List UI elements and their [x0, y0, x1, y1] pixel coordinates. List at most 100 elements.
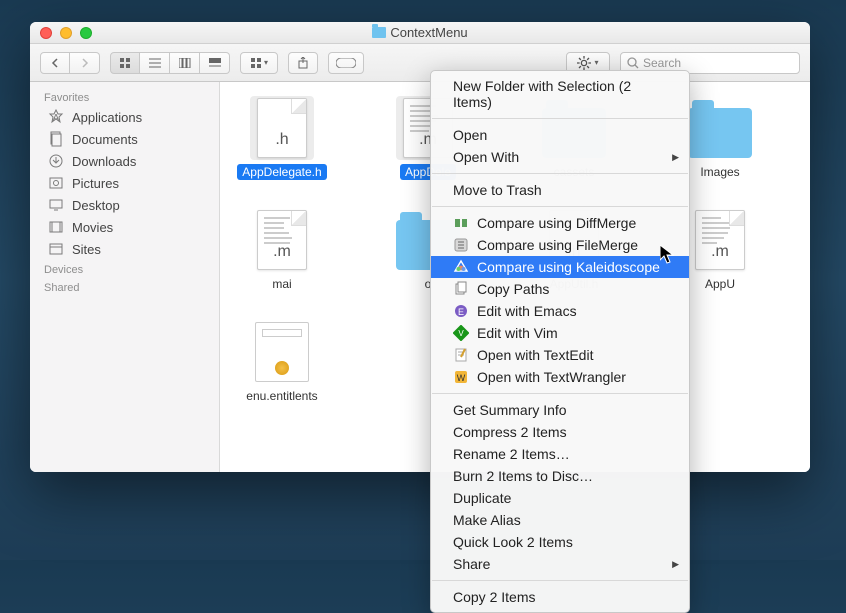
file-item[interactable]: .h AppDelegate.h	[232, 96, 332, 180]
sidebar-item-label: Sites	[72, 242, 101, 257]
folder-icon	[688, 96, 752, 160]
source-icon: .m	[688, 208, 752, 272]
icon-view-button[interactable]	[110, 52, 140, 74]
movies-icon	[48, 219, 64, 235]
sidebar-item-movies[interactable]: Movies	[30, 216, 219, 238]
sidebar-item-label: Applications	[72, 110, 142, 125]
menu-item-label: Open With	[453, 149, 519, 165]
column-view-button[interactable]	[170, 52, 200, 74]
menu-item[interactable]: Open With	[431, 146, 689, 168]
sidebar-section-title: Devices	[30, 260, 219, 278]
menu-separator	[432, 173, 688, 174]
menu-item[interactable]: Open with TextEdit	[431, 344, 689, 366]
header-icon: .h	[250, 96, 314, 160]
forward-button[interactable]	[70, 52, 100, 74]
menu-item[interactable]: Get Summary Info	[431, 399, 689, 421]
view-buttons	[110, 52, 230, 74]
sidebar-item-pictures[interactable]: Pictures	[30, 172, 219, 194]
menu-item[interactable]: Quick Look 2 Items	[431, 531, 689, 553]
sidebar-item-documents[interactable]: Documents	[30, 128, 219, 150]
menu-item[interactable]: Compare using DiffMerge	[431, 212, 689, 234]
folder-icon	[372, 27, 386, 38]
menu-item-label: Compare using Kaleidoscope	[477, 259, 660, 275]
svg-text:V: V	[458, 329, 464, 338]
cert-icon	[250, 320, 314, 384]
menu-item[interactable]: Open	[431, 124, 689, 146]
menu-item[interactable]: Burn 2 Items to Disc…	[431, 465, 689, 487]
close-button[interactable]	[40, 27, 52, 39]
menu-item-label: Quick Look 2 Items	[453, 534, 573, 550]
kaleidoscope-icon	[453, 259, 469, 275]
emacs-icon: E	[453, 303, 469, 319]
window-body: FavoritesAApplicationsDocumentsDownloads…	[30, 82, 810, 472]
menu-item-label: Share	[453, 556, 490, 572]
menu-item[interactable]: Compress 2 Items	[431, 421, 689, 443]
svg-text:E: E	[458, 307, 464, 317]
menu-item-label: Open with TextWrangler	[477, 369, 626, 385]
window-title: ContextMenu	[30, 25, 810, 40]
menu-item[interactable]: E Edit with Emacs	[431, 300, 689, 322]
arrange-button[interactable]: ▾	[240, 52, 278, 74]
textedit-icon	[453, 347, 469, 363]
menu-item-label: Burn 2 Items to Disc…	[453, 468, 593, 484]
menu-item[interactable]: Compare using Kaleidoscope	[431, 256, 689, 278]
sidebar-item-sites[interactable]: Sites	[30, 238, 219, 260]
menu-item[interactable]: Make Alias	[431, 509, 689, 531]
sidebar: FavoritesAApplicationsDocumentsDownloads…	[30, 82, 220, 472]
menu-item[interactable]: Share	[431, 553, 689, 575]
tags-button[interactable]	[328, 52, 364, 74]
sidebar-item-label: Documents	[72, 132, 138, 147]
file-label: AppDelegate.h	[237, 164, 326, 180]
menu-item[interactable]: Copy Paths	[431, 278, 689, 300]
copypaths-icon	[453, 281, 469, 297]
menu-separator	[432, 393, 688, 394]
menu-item-label: Duplicate	[453, 490, 511, 506]
textwrangler-icon: W	[453, 369, 469, 385]
file-label: AppU	[700, 276, 740, 292]
search-icon	[627, 57, 639, 69]
menu-item-label: Open	[453, 127, 487, 143]
list-view-button[interactable]	[140, 52, 170, 74]
sidebar-item-applications[interactable]: A Applications	[30, 106, 219, 128]
menu-item-label: Make Alias	[453, 512, 521, 528]
desktop-icon	[48, 197, 64, 213]
menu-item[interactable]: VEdit with Vim	[431, 322, 689, 344]
documents-icon	[48, 131, 64, 147]
coverflow-view-button[interactable]	[200, 52, 230, 74]
menu-item[interactable]: New Folder with Selection (2 Items)	[431, 75, 689, 113]
menu-item[interactable]: Copy 2 Items	[431, 586, 689, 608]
file-item[interactable]: enu.entitlents	[232, 320, 332, 404]
nav-buttons	[40, 52, 100, 74]
menu-item[interactable]: Duplicate	[431, 487, 689, 509]
menu-item-label: Compare using FileMerge	[477, 237, 638, 253]
back-button[interactable]	[40, 52, 70, 74]
menu-item[interactable]: Move to Trash	[431, 179, 689, 201]
menu-item[interactable]: Compare using FileMerge	[431, 234, 689, 256]
menu-item-label: Move to Trash	[453, 182, 542, 198]
menu-item-label: Get Summary Info	[453, 402, 567, 418]
apps-icon: A	[48, 109, 64, 125]
menu-item-label: Open with TextEdit	[477, 347, 593, 363]
search-placeholder: Search	[643, 56, 681, 70]
share-button[interactable]	[288, 52, 318, 74]
finder-window: ContextMenu	[30, 22, 810, 472]
downloads-icon	[48, 153, 64, 169]
sidebar-item-downloads[interactable]: Downloads	[30, 150, 219, 172]
titlebar: ContextMenu	[30, 22, 810, 44]
menu-item[interactable]: W Open with TextWrangler	[431, 366, 689, 388]
sidebar-item-label: Downloads	[72, 154, 136, 169]
menu-item[interactable]: Rename 2 Items…	[431, 443, 689, 465]
zoom-button[interactable]	[80, 27, 92, 39]
menu-item-label: Edit with Emacs	[477, 303, 577, 319]
file-item[interactable]: .mmai	[232, 208, 332, 292]
menu-item-label: New Folder with Selection (2 Items)	[453, 78, 671, 110]
source-icon: .m	[250, 208, 314, 272]
menu-item-label: Compare using DiffMerge	[477, 215, 636, 231]
menu-item-label: Copy 2 Items	[453, 589, 535, 605]
svg-text:A: A	[53, 113, 60, 124]
minimize-button[interactable]	[60, 27, 72, 39]
window-controls	[30, 27, 92, 39]
menu-item-label: Compress 2 Items	[453, 424, 567, 440]
sidebar-item-desktop[interactable]: Desktop	[30, 194, 219, 216]
sidebar-item-label: Pictures	[72, 176, 119, 191]
